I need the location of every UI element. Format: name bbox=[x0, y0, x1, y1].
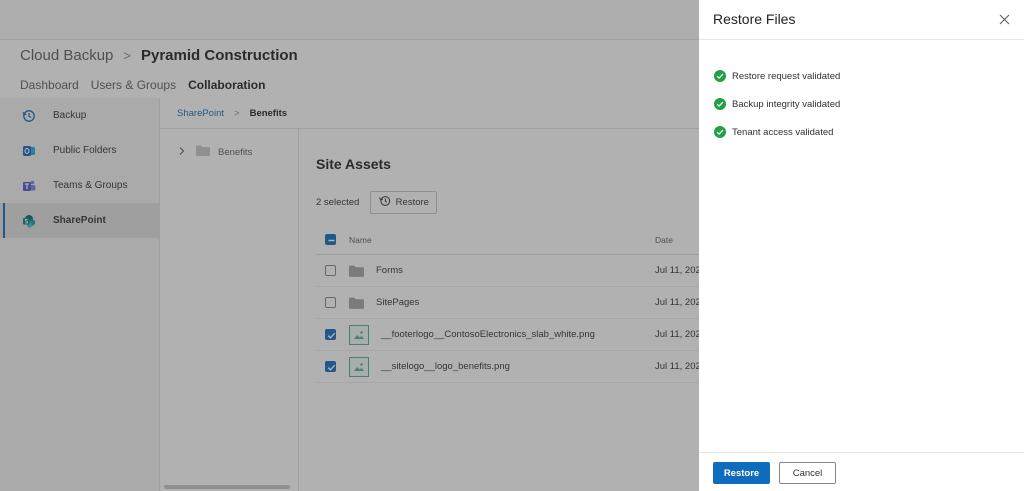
check-circle-icon bbox=[714, 98, 726, 110]
validation-item: Backup integrity validated bbox=[714, 90, 840, 118]
validation-item: Tenant access validated bbox=[714, 118, 840, 146]
validation-item: Restore request validated bbox=[714, 62, 840, 90]
validation-label: Tenant access validated bbox=[732, 126, 834, 138]
restore-button[interactable]: Restore bbox=[713, 462, 770, 484]
cancel-button[interactable]: Cancel bbox=[779, 462, 836, 484]
panel-header: Restore Files bbox=[699, 0, 1024, 40]
validation-label: Backup integrity validated bbox=[732, 98, 841, 110]
modal-overlay[interactable] bbox=[0, 0, 699, 491]
close-icon[interactable] bbox=[994, 9, 1014, 29]
restore-files-panel: Restore Files Restore request validated … bbox=[699, 0, 1024, 491]
check-circle-icon bbox=[714, 70, 726, 82]
panel-title: Restore Files bbox=[713, 11, 796, 27]
validation-list: Restore request validated Backup integri… bbox=[714, 62, 840, 146]
panel-footer: Restore Cancel bbox=[699, 452, 1024, 491]
check-circle-icon bbox=[714, 126, 726, 138]
validation-label: Restore request validated bbox=[732, 70, 841, 82]
